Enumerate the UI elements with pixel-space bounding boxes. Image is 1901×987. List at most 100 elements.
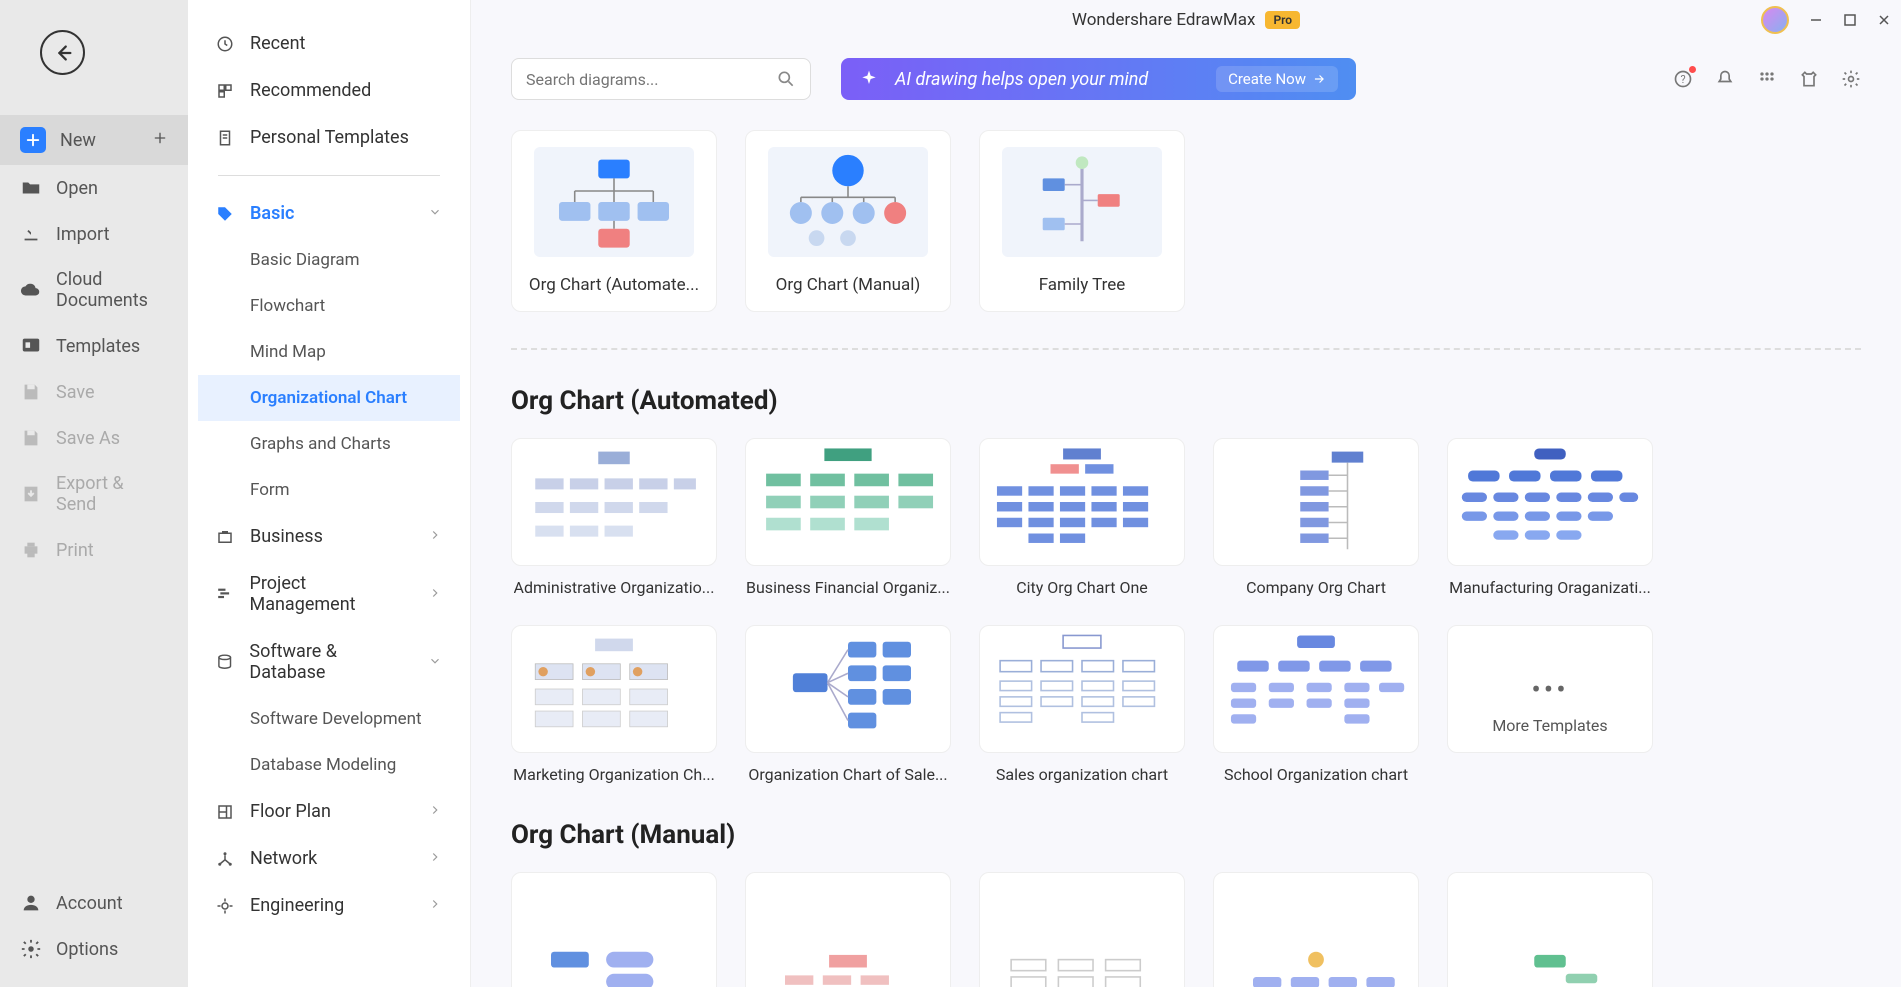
nav-cloud[interactable]: Cloud Documents [0, 257, 188, 323]
save-as-icon [20, 427, 42, 449]
grid-icon [216, 82, 234, 100]
cat-basic[interactable]: Basic [198, 190, 460, 237]
chevron-down-icon [428, 652, 442, 673]
nav-new-label: New [60, 130, 96, 151]
type-card-family[interactable]: Family Tree [979, 130, 1185, 312]
nav-open-label: Open [56, 178, 98, 199]
nav-templates-label: Templates [56, 336, 140, 357]
chevron-right-icon [428, 801, 442, 822]
sparkle-icon [859, 69, 879, 89]
gantt-icon [216, 585, 233, 603]
nav-print[interactable]: Print [0, 527, 188, 573]
sub-flowchart[interactable]: Flowchart [198, 283, 460, 329]
template-card[interactable]: School Organization chart [1213, 625, 1419, 784]
nav-account-label: Account [56, 893, 123, 914]
main-area: Wondershare EdrawMax Pro AI drawing help… [471, 0, 1901, 987]
sub-dbmodel[interactable]: Database Modeling [198, 742, 460, 788]
template-card[interactable]: Marketing Organization Ch... [511, 625, 717, 784]
template-card[interactable] [511, 872, 717, 987]
nav-open[interactable]: Open [0, 165, 188, 211]
ai-banner[interactable]: AI drawing helps open your mind Create N… [841, 58, 1356, 100]
clock-icon [216, 35, 234, 53]
section-title-auto: Org Chart (Automated) [511, 386, 1861, 416]
shirt-icon[interactable] [1799, 69, 1819, 89]
divider [218, 175, 440, 176]
nav-export-label: Export & Send [56, 473, 168, 515]
ai-banner-text: AI drawing helps open your mind [895, 69, 1148, 90]
sub-swdev[interactable]: Software Development [198, 696, 460, 742]
app-title: Wondershare EdrawMax [1072, 10, 1256, 30]
more-templates-card[interactable]: •••More Templates [1447, 625, 1653, 784]
chevron-down-icon [428, 203, 442, 224]
avatar[interactable] [1761, 6, 1789, 34]
add-icon[interactable] [152, 130, 168, 151]
template-card[interactable]: Administrative Organizatio... [511, 438, 717, 597]
nav-options[interactable]: Options [0, 926, 188, 972]
cat-business[interactable]: Business [198, 513, 460, 560]
type-card-auto[interactable]: Org Chart (Automate... [511, 130, 717, 312]
bell-icon[interactable] [1715, 69, 1735, 89]
sub-form[interactable]: Form [198, 467, 460, 513]
arrow-right-icon [1312, 72, 1326, 86]
template-card[interactable]: Organization Chart of Sale... [745, 625, 951, 784]
nav-export[interactable]: Export & Send [0, 461, 188, 527]
help-icon[interactable]: ? [1673, 69, 1693, 89]
save-icon [20, 381, 42, 403]
chevron-right-icon [428, 526, 442, 547]
template-card[interactable] [1213, 872, 1419, 987]
settings-icon[interactable] [1841, 69, 1861, 89]
template-card[interactable]: Business Financial Organiz... [745, 438, 951, 597]
nav-templates[interactable]: Templates [0, 323, 188, 369]
nav-new[interactable]: New [0, 115, 188, 165]
plus-icon [20, 127, 46, 153]
template-card[interactable] [979, 872, 1185, 987]
cloud-icon [20, 279, 42, 301]
cat-swdb[interactable]: Software & Database [198, 628, 460, 696]
nav-import-label: Import [56, 224, 109, 245]
template-card[interactable]: Sales organization chart [979, 625, 1185, 784]
close-icon[interactable] [1877, 13, 1891, 27]
cat-swdb-label: Software & Database [249, 641, 412, 683]
type-card-manual[interactable]: Org Chart (Manual) [745, 130, 951, 312]
minimize-icon[interactable] [1809, 13, 1823, 27]
arrow-left-icon [52, 42, 74, 64]
cat-eng[interactable]: Engineering [198, 882, 460, 929]
cat-pm[interactable]: Project Management [198, 560, 460, 628]
cat-business-label: Business [250, 526, 323, 547]
tab-recent[interactable]: Recent [198, 20, 460, 67]
search-icon[interactable] [776, 69, 796, 89]
tab-personal-label: Personal Templates [250, 127, 409, 148]
template-card[interactable]: Manufacturing Oraganizati... [1447, 438, 1653, 597]
templates-icon [20, 335, 42, 357]
content-scroll[interactable]: Org Chart (Automate... Org Chart (Manual… [471, 110, 1901, 987]
thumbnail [534, 147, 694, 257]
maximize-icon[interactable] [1843, 13, 1857, 27]
nav-save[interactable]: Save [0, 369, 188, 415]
sub-graphs[interactable]: Graphs and Charts [198, 421, 460, 467]
sub-orgchart[interactable]: Organizational Chart [198, 375, 460, 421]
search-input[interactable] [526, 70, 776, 89]
thumbnail [768, 147, 928, 257]
search-box[interactable] [511, 58, 811, 100]
tab-personal[interactable]: Personal Templates [198, 114, 460, 161]
tab-recommended-label: Recommended [250, 80, 371, 101]
apps-icon[interactable] [1757, 69, 1777, 89]
template-card[interactable]: Company Org Chart [1213, 438, 1419, 597]
type-card-label: Family Tree [1039, 275, 1126, 295]
nav-import[interactable]: Import [0, 211, 188, 257]
template-card[interactable] [745, 872, 951, 987]
template-card[interactable] [1447, 872, 1653, 987]
nav-save-as[interactable]: Save As [0, 415, 188, 461]
template-card[interactable]: City Org Chart One [979, 438, 1185, 597]
sub-basic-diagram[interactable]: Basic Diagram [198, 237, 460, 283]
divider [511, 348, 1861, 350]
back-button[interactable] [40, 30, 85, 75]
nav-account[interactable]: Account [0, 880, 188, 926]
nav-print-label: Print [56, 540, 94, 561]
create-now-button[interactable]: Create Now [1216, 66, 1338, 92]
tab-recommended[interactable]: Recommended [198, 67, 460, 114]
cat-floor[interactable]: Floor Plan [198, 788, 460, 835]
cat-eng-label: Engineering [250, 895, 344, 916]
sub-mindmap[interactable]: Mind Map [198, 329, 460, 375]
cat-network[interactable]: Network [198, 835, 460, 882]
